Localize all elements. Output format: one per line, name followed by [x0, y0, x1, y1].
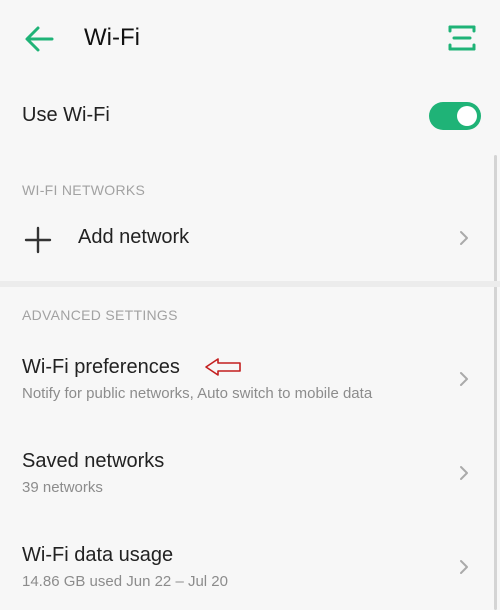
- wifi-data-usage-title: Wi-Fi data usage: [22, 544, 174, 566]
- use-wifi-label: Use Wi-Fi: [22, 104, 110, 126]
- page-title: Wi-Fi: [84, 24, 140, 51]
- saved-networks-item[interactable]: Saved networks 39 networks: [0, 440, 500, 506]
- chevron-right-icon: [460, 560, 468, 574]
- wifi-data-usage-item[interactable]: Wi-Fi data usage 14.86 GB used Jun 22 – …: [0, 534, 500, 600]
- wifi-preferences-item[interactable]: Wi-Fi preferences Notify for public netw…: [0, 345, 500, 415]
- chevron-right-icon: [460, 466, 468, 480]
- chevron-right-icon: [460, 372, 468, 386]
- add-network-label: Add network: [78, 226, 190, 248]
- section-divider: [0, 281, 500, 287]
- wifi-data-usage-subtitle: 14.86 GB used Jun 22 – Jul 20: [22, 573, 228, 590]
- chevron-right-icon: [460, 231, 468, 245]
- back-arrow-icon[interactable]: [22, 22, 56, 56]
- toggle-knob: [457, 106, 477, 126]
- app-bar: Wi-Fi: [0, 0, 500, 80]
- annotation-arrow-icon: [205, 358, 241, 376]
- plus-icon: [24, 226, 52, 254]
- add-network-button[interactable]: Add network: [0, 212, 500, 266]
- advanced-settings-header: ADVANCED SETTINGS: [22, 307, 178, 323]
- menu-icon[interactable]: [446, 22, 478, 54]
- use-wifi-toggle[interactable]: [429, 102, 481, 130]
- saved-networks-title: Saved networks: [22, 450, 165, 472]
- wifi-preferences-title: Wi-Fi preferences: [22, 356, 180, 378]
- saved-networks-subtitle: 39 networks: [22, 479, 103, 496]
- wifi-networks-header: WI-FI NETWORKS: [22, 182, 146, 198]
- wifi-preferences-subtitle: Notify for public networks, Auto switch …: [22, 385, 373, 402]
